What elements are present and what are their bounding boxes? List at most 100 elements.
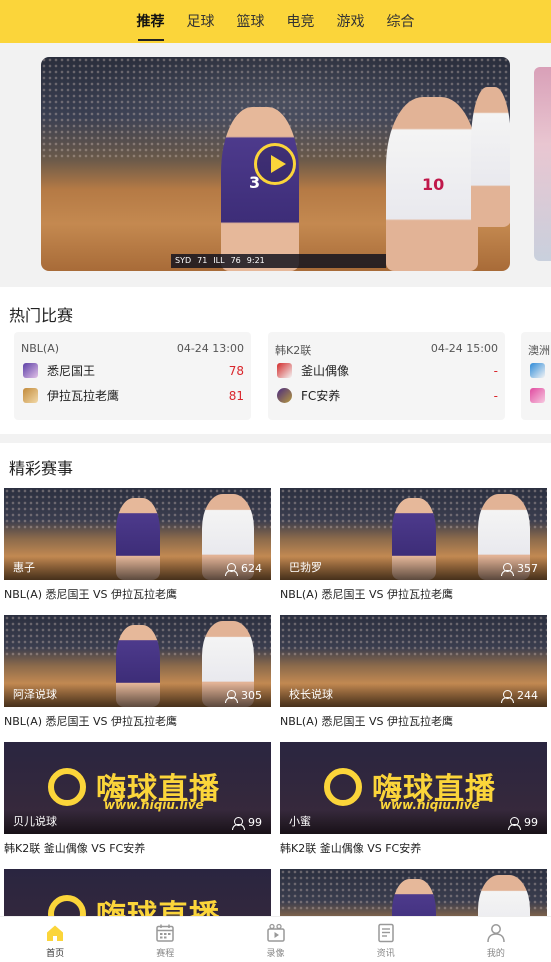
news-icon: [377, 923, 394, 943]
nav-schedule[interactable]: 赛程: [110, 917, 220, 962]
nav-label: 我的: [486, 949, 505, 959]
viewer-number: 99: [248, 816, 262, 829]
stream-thumbnail: 校长说球 244: [280, 615, 547, 707]
profile-icon: [487, 924, 505, 943]
nav-video[interactable]: 录像: [220, 917, 330, 962]
team-score: -: [493, 363, 498, 378]
stream-thumbnail: 嗨球直播 www.hiqiu.live 小蜜 99: [280, 742, 547, 834]
tab-games[interactable]: 游戏: [326, 0, 376, 43]
streamer-name: 贝儿说球: [13, 815, 57, 828]
streamer-name: 阿泽说球: [13, 688, 57, 701]
tab-esports[interactable]: 电竞: [276, 0, 326, 43]
team-row: [528, 358, 551, 383]
tab-basketball[interactable]: 篮球: [226, 0, 276, 43]
user-icon: [501, 562, 514, 576]
stream-card[interactable]: 嗨球直播www.hiqiu.live: [4, 869, 271, 923]
team-logo-icon: [23, 363, 38, 378]
viewer-count: 624: [225, 562, 262, 576]
team-score: -: [493, 388, 498, 403]
team-logo-icon: [530, 363, 545, 378]
home-icon: [47, 925, 64, 941]
streamer-name: 校长说球: [289, 688, 333, 701]
nav-label: 首页: [46, 949, 65, 959]
thumbnail-caption: 校长说球 244: [280, 683, 547, 707]
match-league: NBL(A): [21, 342, 60, 355]
streamer-name: 巴勃罗: [289, 561, 322, 574]
viewer-number: 357: [517, 562, 538, 575]
match-time: 04-24 15:00: [430, 342, 498, 355]
nav-profile[interactable]: 我的: [441, 917, 551, 962]
match-league: 韩K2联: [275, 344, 312, 357]
viewer-number: 305: [241, 689, 262, 702]
score-away-team: ILL: [213, 256, 225, 265]
stream-card[interactable]: 阿泽说球 305 NBL(A) 悉尼国王 VS 伊拉瓦拉老鹰: [4, 615, 271, 729]
nav-news[interactable]: 资讯: [331, 917, 441, 962]
stream-thumbnail: 惠子 624: [4, 488, 271, 580]
viewer-count: 305: [225, 689, 262, 703]
team-logo-icon: [277, 363, 292, 378]
tab-football[interactable]: 足球: [176, 0, 226, 43]
thumbnail-caption: 贝儿说球 99: [4, 810, 271, 834]
user-icon: [501, 689, 514, 703]
team-row: [528, 383, 551, 408]
thumbnail-caption: 小蜜 99: [280, 810, 547, 834]
banner-next-slide[interactable]: [534, 67, 551, 261]
score-away: 76: [230, 256, 241, 265]
stream-thumbnail: [280, 869, 547, 923]
team-score: 81: [228, 388, 244, 403]
user-icon: [225, 562, 238, 576]
play-icon[interactable]: [254, 143, 296, 185]
match-time: 04-24 13:00: [176, 342, 244, 355]
match-league: 澳洲: [528, 344, 550, 357]
hot-matches-section: 热门比赛 NBL(A) 04-24 13:00 悉尼国王 78 伊拉瓦拉老鹰 8…: [0, 287, 551, 434]
match-card[interactable]: 澳洲: [521, 332, 551, 420]
nav-label: 录像: [266, 949, 285, 959]
tab-general[interactable]: 综合: [376, 0, 426, 43]
team-row: 釜山偶像 -: [275, 358, 498, 383]
hot-matches-title: 热门比赛: [9, 306, 74, 325]
viewer-number: 244: [517, 689, 538, 702]
player-left: 3: [221, 107, 299, 271]
thumbnail-caption: 阿泽说球 305: [4, 683, 271, 707]
banner-video[interactable]: 3 10 SYD 71 ILL 76 9:21: [41, 57, 510, 271]
streamer-name: 小蜜: [289, 815, 311, 828]
user-icon: [508, 816, 521, 830]
team-logo-icon: [23, 388, 38, 403]
stream-card[interactable]: 校长说球 244 NBL(A) 悉尼国王 VS 伊拉瓦拉老鹰: [280, 615, 547, 729]
viewer-count: 99: [232, 816, 262, 830]
stream-card[interactable]: 惠子 624 NBL(A) 悉尼国王 VS 伊拉瓦拉老鹰: [4, 488, 271, 602]
viewer-count: 244: [501, 689, 538, 703]
thumbnail-caption: 惠子 624: [4, 556, 271, 580]
stream-title: 韩K2联 釜山偶像 VS FC安养: [280, 842, 422, 855]
team-name: FC安养: [301, 389, 341, 403]
team-row: 伊拉瓦拉老鹰 81: [21, 383, 244, 408]
thumbnail-caption: 巴勃罗 357: [280, 556, 547, 580]
stream-card[interactable]: 嗨球直播 www.hiqiu.live 贝儿说球 99 韩K2联 釜山偶像 VS FC安…: [4, 742, 271, 856]
match-card[interactable]: 韩K2联 04-24 15:00 釜山偶像 - FC安养 -: [268, 332, 505, 420]
jersey-number-right: 10: [422, 175, 445, 194]
team-row: FC安养 -: [275, 383, 498, 408]
tab-recommend[interactable]: 推荐: [126, 0, 176, 43]
viewer-number: 624: [241, 562, 262, 575]
team-logo-icon: [530, 388, 545, 403]
nav-home[interactable]: 首页: [0, 917, 110, 962]
stream-title: 韩K2联 釜山偶像 VS FC安养: [4, 842, 146, 855]
stream-card[interactable]: [280, 869, 547, 923]
brand-logo-icon: [48, 768, 86, 806]
stream-title: NBL(A) 悉尼国王 VS 伊拉瓦拉老鹰: [4, 715, 178, 728]
team-name: 悉尼国王: [47, 364, 96, 378]
featured-section: 精彩赛事 惠子 624 NBL(A) 悉尼国王 VS 伊拉瓦拉老鹰 巴勃罗 357 NBL…: [0, 443, 551, 923]
match-card[interactable]: NBL(A) 04-24 13:00 悉尼国王 78 伊拉瓦拉老鹰 81: [14, 332, 251, 420]
stream-card[interactable]: 巴勃罗 357 NBL(A) 悉尼国王 VS 伊拉瓦拉老鹰: [280, 488, 547, 602]
viewer-count: 357: [501, 562, 538, 576]
bottom-nav: 首页 赛程 录像 资讯 我的: [0, 916, 551, 962]
video-icon: [266, 923, 285, 942]
viewer-number: 99: [524, 816, 538, 829]
stream-title: NBL(A) 悉尼国王 VS 伊拉瓦拉老鹰: [4, 588, 178, 601]
nav-label: 赛程: [156, 949, 175, 959]
score-home: 71: [197, 256, 208, 265]
game-clock: 9:21: [246, 256, 265, 265]
stream-card[interactable]: 嗨球直播 www.hiqiu.live 小蜜 99 韩K2联 釜山偶像 VS FC安养: [280, 742, 547, 856]
stream-thumbnail: 巴勃罗 357: [280, 488, 547, 580]
calendar-icon: [156, 924, 175, 942]
